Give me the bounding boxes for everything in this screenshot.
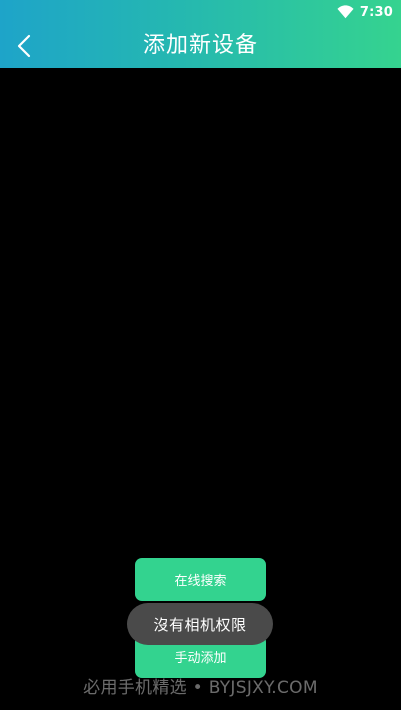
page-title: 添加新设备: [142, 33, 258, 58]
status-bar: 7:30: [0, 0, 401, 24]
online-search-button[interactable]: 在线搜索: [135, 558, 266, 601]
watermark: 必用手机精选 • BYJSJXY.COM: [83, 678, 318, 698]
app-header: 7:30 添加新设备: [0, 0, 401, 68]
wifi-icon: [337, 5, 354, 19]
status-indicators: 7:30: [337, 3, 393, 21]
permission-toast: 沒有相机权限: [127, 603, 273, 645]
status-time: 7:30: [359, 4, 393, 20]
